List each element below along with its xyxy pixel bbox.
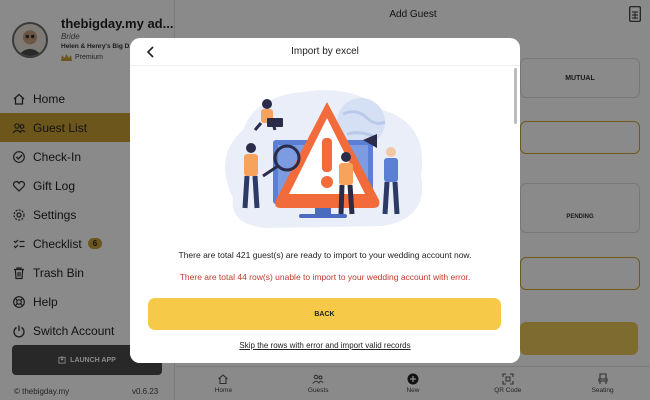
skip-errors-link[interactable]: Skip the rows with error and import vali… <box>130 341 520 350</box>
import-modal: Import by excel There are total 421 gues… <box>130 38 520 363</box>
scrollbar[interactable] <box>514 68 517 124</box>
modal-title: Import by excel <box>291 46 359 57</box>
modal-footer: BACK Skip the rows with error and import… <box>130 282 520 363</box>
warning-illustration <box>225 90 423 228</box>
modal-header: Import by excel <box>130 38 520 66</box>
ready-message: There are total 421 guest(s) are ready t… <box>178 250 472 260</box>
back-button[interactable]: BACK <box>148 298 501 330</box>
error-message: There are total 44 row(s) unable to impo… <box>179 272 471 282</box>
